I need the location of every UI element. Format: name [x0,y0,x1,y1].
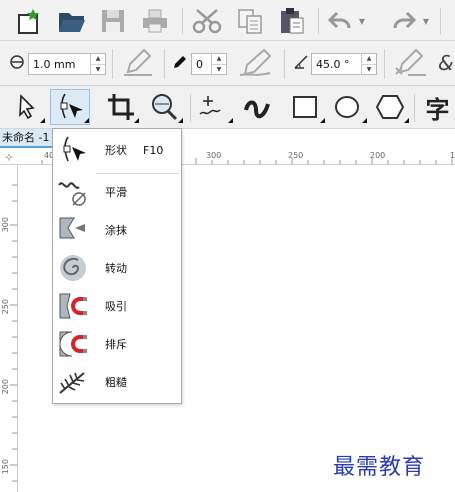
vertical-ruler[interactable]: 300 250 200 150 [0,165,18,492]
nudge-distance-value[interactable]: 1.0 mm [29,58,90,71]
smear-tool-icon [53,213,93,247]
pick-tool-icon[interactable] [10,90,44,124]
standard-toolbar: ▼ ▼ [0,0,455,41]
nudge-distance-icon [8,53,26,71]
roughen-tool-icon [53,365,93,399]
flyout-item-label: 排斥 [105,338,127,351]
redo-dropdown-icon[interactable]: ▼ [420,14,432,28]
spin-up-icon[interactable]: ▲ [91,54,105,64]
flyout-item-attract[interactable]: 吸引 [53,287,181,325]
ruler-label: 200 [370,151,386,160]
angle-value[interactable]: 45.0 ° [312,58,361,71]
undo-dropdown-icon[interactable]: ▼ [356,14,368,28]
flyout-item-shortcut: F10 [143,143,164,157]
attract-tool-icon [53,289,93,323]
calligraphy-pen-icon[interactable] [236,47,276,79]
ruler-label: 300 [206,151,222,160]
text-style-icon[interactable]: & [438,49,455,77]
spin-up-icon[interactable]: ▲ [362,54,376,64]
document-tab[interactable]: 未命名 -1 [0,129,55,148]
smooth-tool-icon [53,175,93,209]
shape-tool-flyout: 形状 F10 平滑 涂抹 转动 吸引 排斥 粗糙 [52,128,182,404]
copy-icon[interactable] [234,6,266,36]
ruler-label: 250 [1,299,10,315]
ruler-label: 200 [1,379,10,395]
polygon-tool-icon[interactable] [372,90,408,124]
spin-down-icon[interactable]: ▼ [362,63,376,75]
save-icon[interactable] [98,6,128,36]
zoom-tool-icon[interactable] [146,90,182,124]
rectangle-tool-icon[interactable] [288,90,322,124]
repel-tool-icon [53,327,93,361]
flyout-item-smooth[interactable]: 平滑 [53,173,181,211]
document-tab-title[interactable]: 未命名 -1 [2,131,49,144]
freehand-tool-icon[interactable] [196,90,230,124]
watermark-text: 最需教育 [333,455,426,480]
pen-width-icon[interactable] [120,47,156,79]
flyout-item-label: 涂抹 [105,224,127,237]
toolbox: 字 [0,86,455,129]
new-document-icon[interactable] [14,6,44,36]
ruler-label: 1 [450,151,455,160]
flyout-item-repel[interactable]: 排斥 [53,325,181,363]
flyout-item-label: 粗糙 [105,376,127,389]
flyout-item-twirl[interactable]: 转动 [53,249,181,287]
pen-icon [172,54,188,70]
ellipse-tool-icon[interactable] [330,90,364,124]
property-bar: 1.0 mm ▲ ▼ 0 ▲ ▼ 45.0 ° ▲ ▼ & [0,41,455,86]
angle-field[interactable]: 45.0 ° ▲ ▼ [311,53,377,75]
ruler-label: 300 [1,217,10,233]
undo-icon[interactable] [326,6,354,36]
flyout-item-label: 吸引 [105,300,127,313]
pen-stroke-value[interactable]: 0 [192,58,211,71]
text-tool-icon[interactable]: 字 [420,90,455,124]
redo-icon[interactable] [390,6,418,36]
cut-icon[interactable] [190,6,224,36]
spin-up-icon[interactable]: ▲ [212,54,226,64]
shape-tool-icon[interactable] [52,90,88,124]
paste-icon[interactable] [276,4,308,36]
pen-stroke-field[interactable]: 0 ▲ ▼ [191,53,227,75]
spin-down-icon[interactable]: ▼ [91,63,105,75]
pen-pressure-icon[interactable] [390,47,430,79]
angle-icon [292,53,310,71]
ruler-ticks [10,184,17,482]
nudge-distance-field[interactable]: 1.0 mm ▲ ▼ [28,53,106,75]
open-folder-icon[interactable] [56,6,88,36]
artistic-media-icon[interactable] [240,90,276,124]
flyout-item-label: 转动 [105,262,127,275]
shape-tool-icon [53,133,93,167]
flyout-item-roughen[interactable]: 粗糙 [53,363,181,401]
flyout-item-shape[interactable]: 形状 F10 [53,131,181,169]
flyout-item-label: 形状 [105,144,127,157]
ruler-label: 150 [1,459,10,475]
crop-tool-icon[interactable] [104,90,138,124]
twirl-tool-icon [53,251,93,285]
flyout-item-label: 平滑 [105,186,127,199]
flyout-item-smear[interactable]: 涂抹 [53,211,181,249]
print-icon[interactable] [140,6,170,36]
ruler-label: 250 [288,151,304,160]
spin-down-icon[interactable]: ▼ [212,63,226,75]
